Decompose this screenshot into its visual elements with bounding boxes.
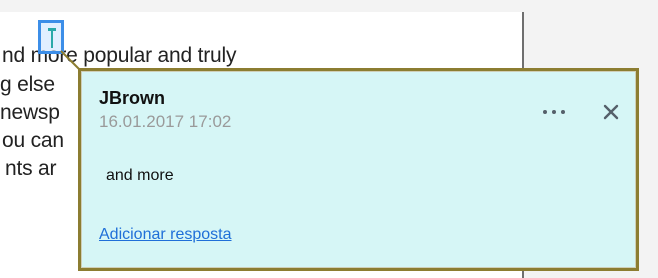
document-line: newsp [0, 101, 60, 124]
more-dot [543, 110, 547, 114]
comment-popup: JBrown 16.01.2017 17:02 and more Adicion… [78, 68, 639, 271]
close-icon[interactable] [600, 101, 622, 123]
comment-marker[interactable] [38, 20, 64, 54]
comment-pin-icon [48, 28, 56, 48]
comment-author: JBrown [99, 88, 166, 108]
document-line: g else [0, 73, 55, 96]
document-line: ou can [2, 129, 64, 152]
more-dot [552, 110, 556, 114]
more-dot [561, 110, 565, 114]
more-options-icon[interactable] [536, 99, 572, 125]
document-line: nts ar [5, 157, 57, 180]
comment-timestamp: 16.01.2017 17:02 [99, 112, 232, 131]
comment-body-text: and more [106, 167, 174, 184]
add-reply-link[interactable]: Adicionar resposta [99, 226, 232, 244]
